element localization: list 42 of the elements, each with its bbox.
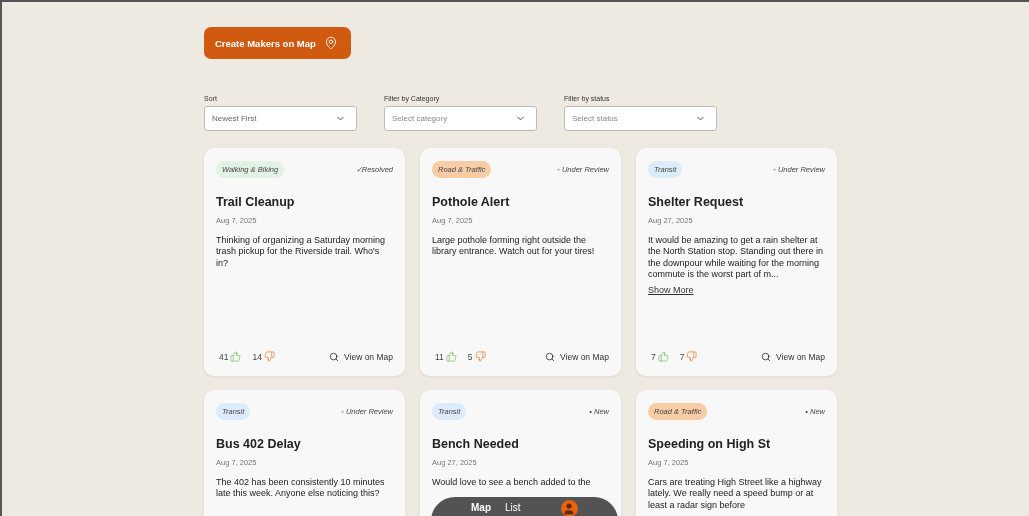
view-tab[interactable]: List [505,502,521,513]
downvote-button[interactable]: 14 [252,351,275,362]
card-description: It would be amazing to get a rain shelter at the North Station stop. Standing out there in the downpour while waiting for the morning commute is the worst part of m... [648,235,825,281]
select-field[interactable]: Select category [384,106,537,131]
select-value: Newest First [212,114,257,123]
card-description: Large pothole forming right outside the library entrance. Watch out for your tires! [432,235,596,258]
card-title: Bus 402 Delay [216,437,302,451]
select-field[interactable]: Newest First [204,106,357,131]
thumbs-up-icon [230,351,242,362]
card-description: Thinking of organizing a Saturday morning trash pickup for the Riverside trail. Who's in? [216,235,387,269]
avatar-icon[interactable] [560,500,578,516]
thumbs-down-icon [686,351,698,362]
downvote-button[interactable]: 5 [467,351,486,362]
map-pin-icon [323,36,338,50]
card-title: Trail Cleanup [216,195,296,209]
thumbs-up-icon [657,351,669,362]
view-on-map-button[interactable]: View on Map [761,351,825,362]
search-icon [329,351,339,362]
view-on-map-button[interactable]: View on Map [545,351,609,362]
show-more-link[interactable]: Show More [648,285,694,296]
select-field[interactable]: Select status [564,106,717,131]
view-on-map-button[interactable]: View on Map [329,351,393,362]
thumbs-down-icon [263,351,275,362]
card-description: Cars are treating High Street like a highway lately. We really need a speed bump or at least a radar sign before [648,477,823,511]
upvote-button[interactable]: 7 [651,351,669,362]
card-title: Speeding on High St [648,437,772,451]
create-markers-button[interactable]: Create Makers on Map [204,27,351,59]
card-title: Shelter Request [648,195,745,209]
thumbs-up-icon [445,351,457,362]
thumbs-down-icon [474,351,486,362]
view-tab[interactable]: Map [471,502,491,513]
select-value: Select category [392,114,448,123]
card-title: Pothole Alert [432,195,511,209]
downvote-button[interactable]: 7 [679,351,698,362]
card-title: Bench Needed [432,437,520,451]
search-icon [761,351,771,362]
select-value: Select status [572,114,618,123]
search-icon [545,351,555,362]
upvote-button[interactable]: 11 [435,351,457,362]
card-description: The 402 has been consistently 10 minutes late this week. Anyone else noticing this? [216,477,386,500]
card-description: Would love to see a bench added to the [432,477,592,489]
upvote-button[interactable]: 41 [219,351,242,362]
